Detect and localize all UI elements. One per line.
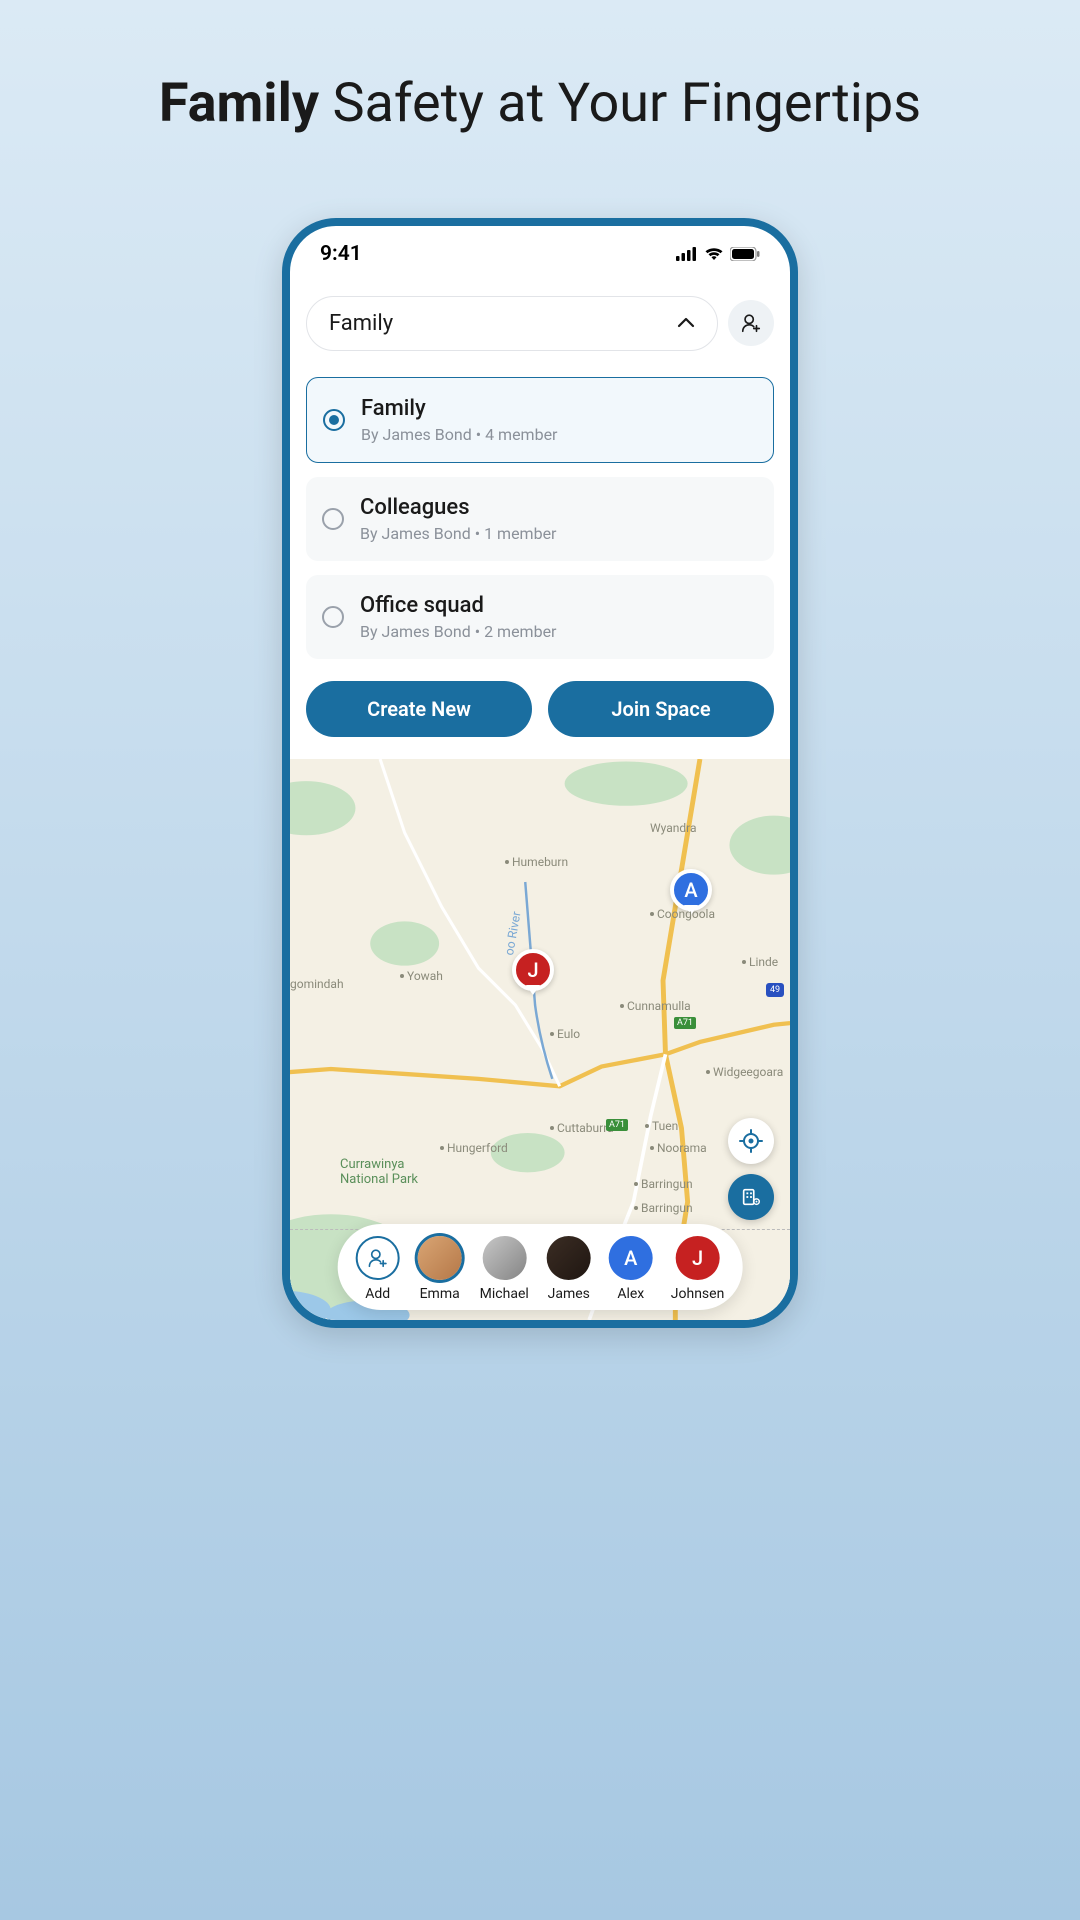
chevron-up-icon: [677, 317, 695, 329]
top-panel: Family Family By James Bond • 4 member Col…: [290, 276, 790, 737]
avatar-letter: A: [609, 1236, 653, 1280]
map-place-label: Wyandra: [650, 821, 697, 835]
radio-icon: [322, 606, 344, 628]
avatar-letter: J: [676, 1236, 720, 1280]
map-place-label: Cuttaburra: [550, 1121, 614, 1135]
map-place-label: Linde: [742, 955, 778, 969]
space-item[interactable]: Family By James Bond • 4 member: [306, 377, 774, 463]
radio-icon: [322, 508, 344, 530]
avatar-photo: [482, 1236, 526, 1280]
person-item[interactable]: Michael: [480, 1236, 529, 1302]
space-dropdown[interactable]: Family: [306, 296, 718, 351]
headline-rest: Safety at Your Fingertips: [332, 72, 921, 135]
headline-bold: Family: [159, 72, 319, 135]
status-icons: [676, 247, 760, 261]
map-place-label: Yowah: [400, 969, 443, 983]
person-item[interactable]: J Johnsen: [671, 1236, 725, 1302]
space-title: Family: [361, 396, 557, 421]
route-shield: 49: [766, 983, 784, 997]
person-name: James: [548, 1286, 590, 1302]
spaces-list: Family By James Bond • 4 member Colleagues…: [306, 377, 774, 659]
status-bar: 9:41: [290, 226, 790, 276]
map-place-label: Barringun: [634, 1201, 693, 1215]
radio-icon: [323, 409, 345, 431]
map-place-label: Cunnamulla: [620, 999, 691, 1013]
person-item[interactable]: A Alex: [609, 1236, 653, 1302]
crosshair-icon: [739, 1129, 763, 1153]
space-item[interactable]: Office squad By James Bond • 2 member: [306, 575, 774, 659]
avatar-photo: [418, 1236, 462, 1280]
people-bar: Add Emma Michael James A Alex J Johnsen: [338, 1224, 743, 1310]
route-badge: A71: [674, 1017, 696, 1029]
map-place-label: Widgeegoara: [706, 1065, 783, 1079]
person-name: Michael: [480, 1286, 529, 1302]
add-icon: [356, 1236, 400, 1280]
battery-icon: [730, 247, 760, 261]
route-badge: A71: [606, 1119, 628, 1131]
map-place-label: Tuen: [645, 1119, 678, 1133]
map-place-label: Humeburn: [505, 855, 568, 869]
map-marker[interactable]: A: [670, 869, 712, 911]
signal-icon: [676, 247, 698, 261]
space-subtitle: By James Bond • 1 member: [360, 524, 556, 543]
map-view[interactable]: oo River AddEmmaMichaelJamesAAlexJJohnse…: [290, 759, 790, 1320]
avatar-photo: [547, 1236, 591, 1280]
status-time: 9:41: [320, 242, 362, 266]
map-place-label: Barringun: [634, 1177, 693, 1191]
space-title: Office squad: [360, 593, 556, 618]
person-item[interactable]: Add: [356, 1236, 400, 1302]
map-place-label: Noorama: [650, 1141, 707, 1155]
person-name: Alex: [617, 1286, 644, 1302]
map-place-label: Coongoola: [650, 907, 715, 921]
join-space-button[interactable]: Join Space: [548, 681, 774, 737]
wifi-icon: [704, 247, 724, 261]
phone-frame: 9:41 Family Family By James Bond • 4 memb…: [282, 218, 798, 1328]
space-subtitle: By James Bond • 4 member: [361, 425, 557, 444]
map-park-label: CurrawinyaNational Park: [340, 1157, 418, 1187]
map-place-label: Hungerford: [440, 1141, 508, 1155]
map-place-label: gomindah: [290, 977, 344, 991]
person-name: Emma: [420, 1286, 460, 1302]
user-add-icon: [740, 312, 762, 334]
map-place-label: Eulo: [550, 1027, 580, 1041]
space-subtitle: By James Bond • 2 member: [360, 622, 556, 641]
map-marker[interactable]: J: [512, 949, 554, 991]
space-item[interactable]: Colleagues By James Bond • 1 member: [306, 477, 774, 561]
space-title: Colleagues: [360, 495, 556, 520]
person-name: Add: [365, 1286, 390, 1302]
recenter-button[interactable]: [728, 1118, 774, 1164]
dropdown-label: Family: [329, 311, 393, 336]
person-item[interactable]: Emma: [418, 1236, 462, 1302]
person-item[interactable]: James: [547, 1236, 591, 1302]
add-user-button[interactable]: [728, 300, 774, 346]
places-button[interactable]: [728, 1174, 774, 1220]
create-new-button[interactable]: Create New: [306, 681, 532, 737]
building-pin-icon: [740, 1186, 762, 1208]
page-headline: Family Safety at Your Fingertips: [159, 70, 921, 138]
person-name: Johnsen: [671, 1286, 725, 1302]
